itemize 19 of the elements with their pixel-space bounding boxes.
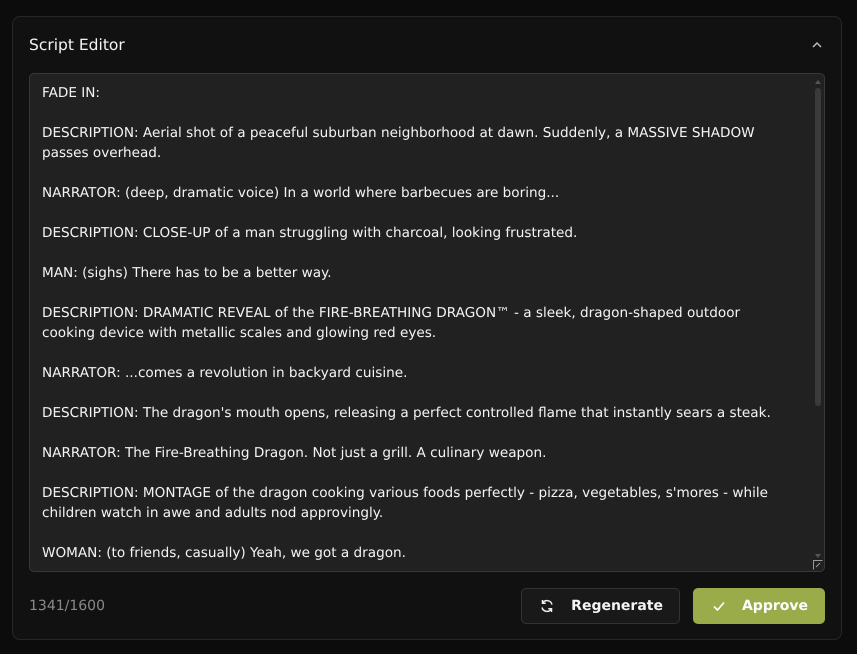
script-paragraph: DESCRIPTION: DRAMATIC REVEAL of the FIRE-BREATHING DRAGON™ - a sleek, dragon-shaped outdoor cooking device with metallic scales and glowing red eyes. [42, 304, 742, 343]
script-paragraph: NARRATOR: ...comes a revolution in backyard cuisine. [42, 364, 408, 383]
script-paragraph: NARRATOR: (deep, dramatic voice) In a world where barbecues are boring... [42, 184, 560, 203]
script-paragraph: DESCRIPTION: CLOSE-UP of a man struggling with charcoal, looking frustrated. [42, 224, 578, 243]
regenerate-button[interactable]: Regenerate [521, 588, 680, 624]
script-paragraph: FADE IN: [42, 84, 102, 103]
script-paragraph: DESCRIPTION: Aerial shot of a peaceful suburban neighborhood at dawn. Suddenly, a MASSIVE SHADOW passes overhead. [42, 124, 756, 163]
script-paragraph: NARRATOR: The Fire-Breathing Dragon. Not just a grill. A culinary weapon. [42, 444, 548, 463]
script-paragraph: DESCRIPTION: The dragon's mouth opens, releasing a perfect controlled flame that instantly sears a steak. [42, 404, 772, 423]
character-counter: 1341/1600 [29, 598, 105, 614]
script-paragraph: DESCRIPTION: MONTAGE of the dragon cooking various foods perfectly - pizza, vegetables, s'mores - while children watch in awe and adults nod approvingly. [42, 484, 770, 523]
script-paragraph: MAN: (sighs) There has to be a better way. [42, 264, 333, 283]
panel-title: Script Editor [29, 36, 125, 54]
scroll-bar[interactable] [814, 78, 822, 560]
script-field[interactable] [29, 73, 825, 572]
script-paragraph: WOMAN: (to friends, casually) Yeah, we got a dragon. [42, 544, 407, 563]
resize-handle-icon[interactable] [813, 560, 823, 570]
check-icon [712, 599, 726, 613]
refresh-icon [539, 598, 556, 614]
